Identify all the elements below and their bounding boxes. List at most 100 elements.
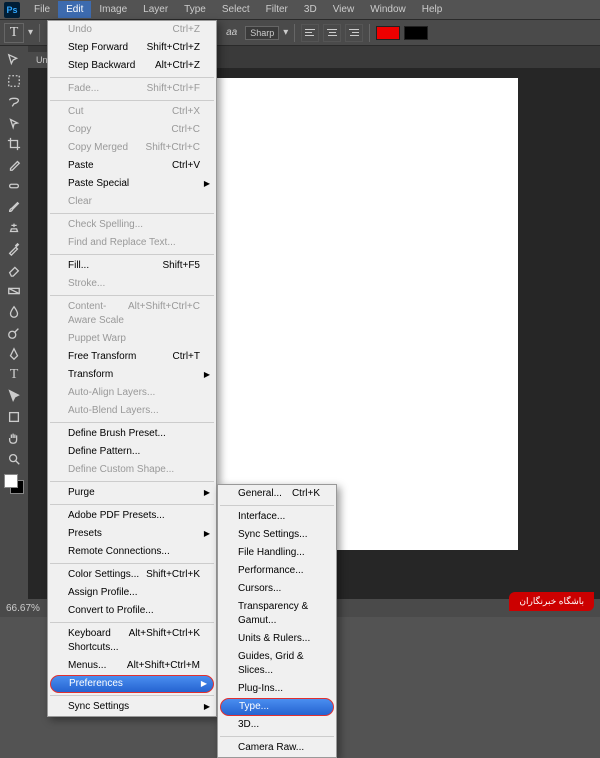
menu-edit[interactable]: Edit xyxy=(58,1,91,18)
menuitem-undo: UndoCtrl+Z xyxy=(48,21,216,39)
menu-view[interactable]: View xyxy=(325,1,363,18)
marquee-tool[interactable] xyxy=(3,71,25,91)
zoom-level[interactable]: 66.67% xyxy=(6,603,40,614)
menuitem-assign-profile[interactable]: Assign Profile... xyxy=(48,584,216,602)
hand-tool[interactable] xyxy=(3,428,25,448)
gradient-tool[interactable] xyxy=(3,281,25,301)
menuitem-camera-raw[interactable]: Camera Raw... xyxy=(218,739,336,757)
menuitem-plug-ins[interactable]: Plug-Ins... xyxy=(218,680,336,698)
menuitem-content-aware-scale: Content-Aware ScaleAlt+Shift+Ctrl+C xyxy=(48,298,216,330)
menuitem-sync-settings[interactable]: Sync Settings... xyxy=(218,526,336,544)
brush-tool[interactable] xyxy=(3,197,25,217)
path-select-tool[interactable] xyxy=(3,386,25,406)
lasso-tool[interactable] xyxy=(3,92,25,112)
app-logo: Ps xyxy=(4,2,20,18)
move-tool[interactable] xyxy=(3,50,25,70)
menuitem-performance[interactable]: Performance... xyxy=(218,562,336,580)
menuitem-copy: CopyCtrl+C xyxy=(48,121,216,139)
menuitem-color-settings[interactable]: Color Settings...Shift+Ctrl+K xyxy=(48,566,216,584)
edit-menu-dropdown: UndoCtrl+ZStep ForwardShift+Ctrl+ZStep B… xyxy=(47,20,217,717)
dropdown-arrow-icon[interactable]: ▾ xyxy=(28,27,33,38)
menu-select[interactable]: Select xyxy=(214,1,258,18)
menuitem-check-spelling: Check Spelling... xyxy=(48,216,216,234)
menuitem-file-handling[interactable]: File Handling... xyxy=(218,544,336,562)
submenu-arrow-icon: ▶ xyxy=(204,177,210,191)
antialias-label: aa xyxy=(222,27,241,38)
submenu-arrow-icon: ▶ xyxy=(204,486,210,500)
menuitem-remote-connections[interactable]: Remote Connections... xyxy=(48,543,216,561)
menu-3d[interactable]: 3D xyxy=(296,1,325,18)
menuitem-transparency-gamut[interactable]: Transparency & Gamut... xyxy=(218,598,336,630)
menuitem-keyboard-shortcuts[interactable]: Keyboard Shortcuts...Alt+Shift+Ctrl+K xyxy=(48,625,216,657)
menu-file[interactable]: File xyxy=(26,1,58,18)
color-swatches[interactable] xyxy=(4,474,24,494)
menuitem-fade: Fade...Shift+Ctrl+F xyxy=(48,80,216,98)
menuitem-puppet-warp: Puppet Warp xyxy=(48,330,216,348)
text-color-swatch[interactable] xyxy=(376,26,400,40)
submenu-arrow-icon: ▶ xyxy=(201,677,207,691)
eyedropper-tool[interactable] xyxy=(3,155,25,175)
type-tool-preset[interactable]: T xyxy=(4,23,24,43)
align-left-button[interactable] xyxy=(301,24,319,42)
submenu-arrow-icon: ▶ xyxy=(204,368,210,382)
submenu-arrow-icon: ▶ xyxy=(204,527,210,541)
menu-image[interactable]: Image xyxy=(91,1,135,18)
menuitem-adobe-pdf-presets[interactable]: Adobe PDF Presets... xyxy=(48,507,216,525)
dropdown-arrow-icon[interactable]: ▾ xyxy=(283,27,288,38)
align-right-button[interactable] xyxy=(345,24,363,42)
submenu-arrow-icon: ▶ xyxy=(204,700,210,714)
zoom-tool[interactable] xyxy=(3,449,25,469)
blur-tool[interactable] xyxy=(3,302,25,322)
eraser-tool[interactable] xyxy=(3,260,25,280)
menuitem-fill[interactable]: Fill...Shift+F5 xyxy=(48,257,216,275)
menuitem-3d[interactable]: 3D... xyxy=(218,716,336,734)
menuitem-sync-settings[interactable]: Sync Settings▶ xyxy=(48,698,216,716)
menuitem-type[interactable]: Type... xyxy=(220,698,334,716)
menuitem-menus[interactable]: Menus...Alt+Shift+Ctrl+M xyxy=(48,657,216,675)
watermark-badge: باشگاه خبرنگاران xyxy=(509,592,594,611)
menuitem-step-forward[interactable]: Step ForwardShift+Ctrl+Z xyxy=(48,39,216,57)
quick-select-tool[interactable] xyxy=(3,113,25,133)
menuitem-presets[interactable]: Presets▶ xyxy=(48,525,216,543)
shape-tool[interactable] xyxy=(3,407,25,427)
dodge-tool[interactable] xyxy=(3,323,25,343)
menuitem-paste-special[interactable]: Paste Special▶ xyxy=(48,175,216,193)
menuitem-purge[interactable]: Purge▶ xyxy=(48,484,216,502)
pen-tool[interactable] xyxy=(3,344,25,364)
healing-brush-tool[interactable] xyxy=(3,176,25,196)
menuitem-interface[interactable]: Interface... xyxy=(218,508,336,526)
menuitem-convert-to-profile[interactable]: Convert to Profile... xyxy=(48,602,216,620)
menuitem-stroke: Stroke... xyxy=(48,275,216,293)
menuitem-define-custom-shape: Define Custom Shape... xyxy=(48,461,216,479)
menuitem-preferences[interactable]: Preferences▶ xyxy=(50,675,214,693)
menuitem-copy-merged: Copy MergedShift+Ctrl+C xyxy=(48,139,216,157)
type-tool[interactable]: T xyxy=(3,365,25,385)
menuitem-cursors[interactable]: Cursors... xyxy=(218,580,336,598)
menubar: Ps FileEditImageLayerTypeSelectFilter3DV… xyxy=(0,0,600,20)
menuitem-general[interactable]: General...Ctrl+K xyxy=(218,485,336,503)
history-brush-tool[interactable] xyxy=(3,239,25,259)
menuitem-auto-align-layers: Auto-Align Layers... xyxy=(48,384,216,402)
menuitem-transform[interactable]: Transform▶ xyxy=(48,366,216,384)
menu-filter[interactable]: Filter xyxy=(258,1,296,18)
menuitem-define-pattern[interactable]: Define Pattern... xyxy=(48,443,216,461)
menuitem-define-brush-preset[interactable]: Define Brush Preset... xyxy=(48,425,216,443)
menuitem-cut: CutCtrl+X xyxy=(48,103,216,121)
menuitem-auto-blend-layers: Auto-Blend Layers... xyxy=(48,402,216,420)
swatch-black[interactable] xyxy=(404,26,428,40)
menu-layer[interactable]: Layer xyxy=(135,1,176,18)
antialias-select[interactable]: Sharp xyxy=(245,26,279,40)
menuitem-step-backward[interactable]: Step BackwardAlt+Ctrl+Z xyxy=(48,57,216,75)
menuitem-free-transform[interactable]: Free TransformCtrl+T xyxy=(48,348,216,366)
crop-tool[interactable] xyxy=(3,134,25,154)
menuitem-clear: Clear xyxy=(48,193,216,211)
menu-type[interactable]: Type xyxy=(176,1,214,18)
menuitem-units-rulers[interactable]: Units & Rulers... xyxy=(218,630,336,648)
menuitem-paste[interactable]: PasteCtrl+V xyxy=(48,157,216,175)
align-center-button[interactable] xyxy=(323,24,341,42)
menu-help[interactable]: Help xyxy=(414,1,451,18)
preferences-submenu: General...Ctrl+K Interface...Sync Setting… xyxy=(217,484,337,758)
clone-stamp-tool[interactable] xyxy=(3,218,25,238)
menu-window[interactable]: Window xyxy=(362,1,414,18)
menuitem-guides-grid-slices[interactable]: Guides, Grid & Slices... xyxy=(218,648,336,680)
